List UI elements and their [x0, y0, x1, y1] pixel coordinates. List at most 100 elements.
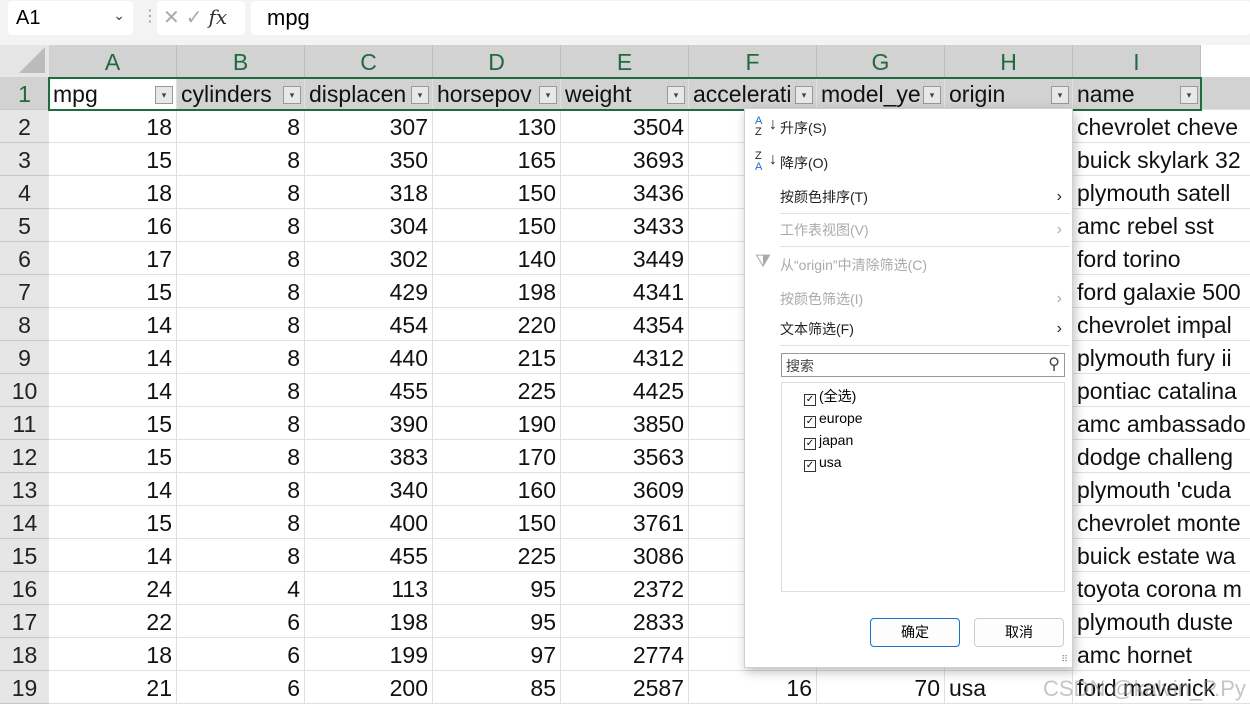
- cell[interactable]: 383: [305, 440, 433, 473]
- filter-search-input[interactable]: 搜索 ⚲: [781, 353, 1065, 377]
- filter-dropdown-button[interactable]: ▾: [155, 86, 173, 104]
- row-header[interactable]: 10: [0, 374, 49, 407]
- cell[interactable]: 220: [433, 308, 561, 341]
- cell[interactable]: chevrolet cheve: [1073, 110, 1250, 143]
- cell[interactable]: usa: [945, 671, 1073, 704]
- row-header[interactable]: 12: [0, 440, 49, 473]
- cell[interactable]: pontiac catalina: [1073, 374, 1250, 407]
- cell[interactable]: 15: [49, 506, 177, 539]
- cell[interactable]: 199: [305, 638, 433, 671]
- cell[interactable]: amc rebel sst: [1073, 209, 1250, 242]
- cell[interactable]: 8: [177, 506, 305, 539]
- cell[interactable]: buick skylark 32: [1073, 143, 1250, 176]
- cell[interactable]: ford torino: [1073, 242, 1250, 275]
- cell[interactable]: 225: [433, 374, 561, 407]
- row-header[interactable]: 18: [0, 638, 49, 671]
- cell[interactable]: amc hornet: [1073, 638, 1250, 671]
- cell[interactable]: 8: [177, 473, 305, 506]
- row-header[interactable]: 4: [0, 176, 49, 209]
- cell[interactable]: 3504: [561, 110, 689, 143]
- cell[interactable]: 3433: [561, 209, 689, 242]
- cell[interactable]: 2774: [561, 638, 689, 671]
- menu-text-filter[interactable]: 文本筛选(F) ›: [745, 314, 1072, 344]
- cell[interactable]: 4354: [561, 308, 689, 341]
- cell[interactable]: chevrolet monte: [1073, 506, 1250, 539]
- select-all-corner[interactable]: [0, 45, 49, 77]
- cell[interactable]: 8: [177, 374, 305, 407]
- cell[interactable]: plymouth fury ii: [1073, 341, 1250, 374]
- cell[interactable]: 8: [177, 176, 305, 209]
- cell[interactable]: 8: [177, 440, 305, 473]
- cell[interactable]: 95: [433, 605, 561, 638]
- cell[interactable]: 3086: [561, 539, 689, 572]
- cell[interactable]: 190: [433, 407, 561, 440]
- cell[interactable]: 3609: [561, 473, 689, 506]
- cell[interactable]: 455: [305, 374, 433, 407]
- cell[interactable]: 304: [305, 209, 433, 242]
- cell[interactable]: 4312: [561, 341, 689, 374]
- cell[interactable]: 14: [49, 473, 177, 506]
- cell[interactable]: 215: [433, 341, 561, 374]
- cell[interactable]: 454: [305, 308, 433, 341]
- cell[interactable]: dodge challeng: [1073, 440, 1250, 473]
- cell[interactable]: 170: [433, 440, 561, 473]
- cell[interactable]: 14: [49, 341, 177, 374]
- cell[interactable]: 2372: [561, 572, 689, 605]
- row-header[interactable]: 14: [0, 506, 49, 539]
- resize-grip-icon[interactable]: ⠿: [1061, 654, 1068, 665]
- cell[interactable]: buick estate wa: [1073, 539, 1250, 572]
- filter-dropdown-button[interactable]: ▾: [283, 86, 301, 104]
- cell[interactable]: 8: [177, 275, 305, 308]
- cell[interactable]: 21: [49, 671, 177, 704]
- cell[interactable]: 8: [177, 308, 305, 341]
- cell[interactable]: 70: [817, 671, 945, 704]
- cell[interactable]: 440: [305, 341, 433, 374]
- cell[interactable]: 15: [49, 440, 177, 473]
- cell[interactable]: 455: [305, 539, 433, 572]
- chevron-down-icon[interactable]: ⌄: [113, 7, 125, 24]
- name-box[interactable]: A1 ⌄: [8, 1, 133, 35]
- cell[interactable]: 8: [177, 407, 305, 440]
- filter-item[interactable]: ✓ europe: [804, 407, 863, 429]
- cell[interactable]: 14: [49, 539, 177, 572]
- cell[interactable]: 6: [177, 605, 305, 638]
- row-header[interactable]: 6: [0, 242, 49, 275]
- row-header[interactable]: 8: [0, 308, 49, 341]
- row-header[interactable]: 15: [0, 539, 49, 572]
- cell[interactable]: 8: [177, 143, 305, 176]
- filter-dropdown-button[interactable]: ▾: [411, 86, 429, 104]
- cell[interactable]: chevrolet impal: [1073, 308, 1250, 341]
- menu-sort-ascending[interactable]: A Z ↓ 升序(S): [745, 113, 1072, 143]
- cell[interactable]: 307: [305, 110, 433, 143]
- cell[interactable]: 6: [177, 638, 305, 671]
- filter-dropdown-button[interactable]: ▾: [539, 86, 557, 104]
- cell[interactable]: 350: [305, 143, 433, 176]
- column-header-I[interactable]: I: [1073, 45, 1201, 77]
- header-cell[interactable]: weight ▾: [561, 77, 689, 110]
- cell[interactable]: 3436: [561, 176, 689, 209]
- cell[interactable]: 8: [177, 242, 305, 275]
- cell[interactable]: 150: [433, 209, 561, 242]
- filter-item[interactable]: ✓ usa: [804, 451, 842, 473]
- column-header-B[interactable]: B: [177, 45, 305, 77]
- header-cell[interactable]: displacen ▾: [305, 77, 433, 110]
- filter-item[interactable]: ✓ japan: [804, 429, 853, 451]
- menu-sort-descending[interactable]: Z A ↓ 降序(O): [745, 148, 1072, 178]
- column-header-C[interactable]: C: [305, 45, 433, 77]
- cell[interactable]: 429: [305, 275, 433, 308]
- cell[interactable]: 85: [433, 671, 561, 704]
- cell[interactable]: plymouth satell: [1073, 176, 1250, 209]
- cell[interactable]: 198: [305, 605, 433, 638]
- row-header[interactable]: 3: [0, 143, 49, 176]
- cell[interactable]: 140: [433, 242, 561, 275]
- cell[interactable]: 150: [433, 506, 561, 539]
- cell[interactable]: 24: [49, 572, 177, 605]
- cell[interactable]: 200: [305, 671, 433, 704]
- cell[interactable]: 4341: [561, 275, 689, 308]
- cell[interactable]: 14: [49, 308, 177, 341]
- cell[interactable]: 113: [305, 572, 433, 605]
- cell[interactable]: 3693: [561, 143, 689, 176]
- search-icon[interactable]: ⚲: [1048, 354, 1060, 374]
- cell[interactable]: plymouth 'cuda: [1073, 473, 1250, 506]
- row-header[interactable]: 5: [0, 209, 49, 242]
